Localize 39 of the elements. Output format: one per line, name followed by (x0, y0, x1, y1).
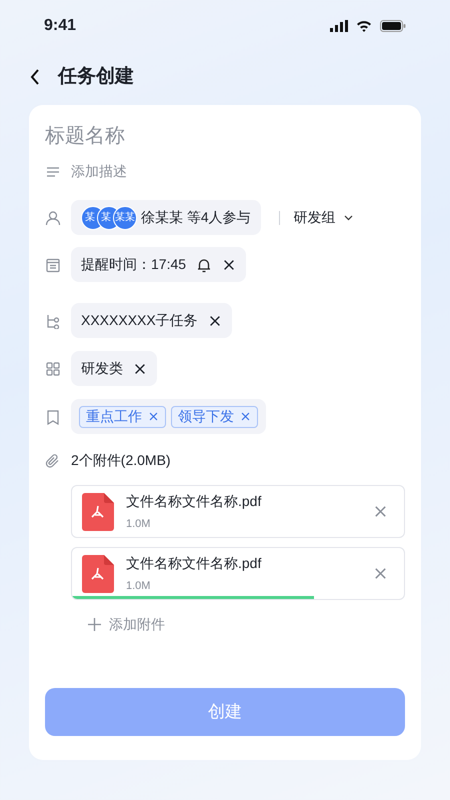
group-dropdown[interactable]: 研发组 (294, 207, 353, 228)
back-icon[interactable] (30, 69, 40, 85)
close-icon[interactable] (133, 362, 147, 376)
bookmark-icon (45, 408, 61, 424)
category-chip[interactable]: 研发类 (71, 351, 157, 386)
participants-text: 徐某某 等4人参与 (141, 208, 251, 227)
page-title: 任务创建 (58, 64, 134, 89)
subtask-chip[interactable]: XXXXXXXX子任务 (71, 303, 232, 338)
battery-icon (380, 20, 406, 32)
calendar-icon (45, 256, 61, 272)
avatar: 某某 (113, 206, 137, 230)
reminder-chip[interactable]: 提醒时间：17:45 (71, 247, 246, 282)
person-icon (45, 210, 61, 226)
pdf-icon (82, 492, 114, 530)
wifi-icon (356, 20, 372, 32)
attachments-summary: 2个附件(2.0MB) (71, 451, 171, 470)
tag[interactable]: 领导下发 (171, 406, 258, 428)
file-name: 文件名称文件名称.pdf (126, 554, 262, 573)
file-name: 文件名称文件名称.pdf (126, 492, 262, 511)
pdf-icon (82, 554, 114, 592)
tag[interactable]: 重点工作 (79, 406, 166, 428)
signal-icon (330, 20, 348, 32)
close-icon[interactable] (222, 258, 236, 272)
file-card[interactable]: 文件名称文件名称.pdf 1.0M (71, 485, 405, 538)
subtask-text: XXXXXXXX子任务 (81, 311, 198, 330)
file-card[interactable]: 文件名称文件名称.pdf 1.0M (71, 547, 405, 600)
category-text: 研发类 (81, 359, 123, 378)
paperclip-icon (45, 452, 61, 468)
status-time: 9:41 (44, 16, 76, 36)
caret-icon (344, 214, 353, 220)
file-size: 1.0M (126, 578, 152, 594)
participants-chip[interactable]: 某 某 某某 徐某某 等4人参与 (71, 200, 261, 235)
close-icon[interactable] (208, 314, 222, 328)
reminder-text: 提醒时间：17:45 (81, 255, 186, 274)
branch-icon (45, 312, 61, 328)
plus-icon (88, 618, 101, 631)
file-size: 1.0M (126, 516, 152, 532)
bell-icon (196, 256, 212, 272)
grid-icon (45, 360, 61, 376)
